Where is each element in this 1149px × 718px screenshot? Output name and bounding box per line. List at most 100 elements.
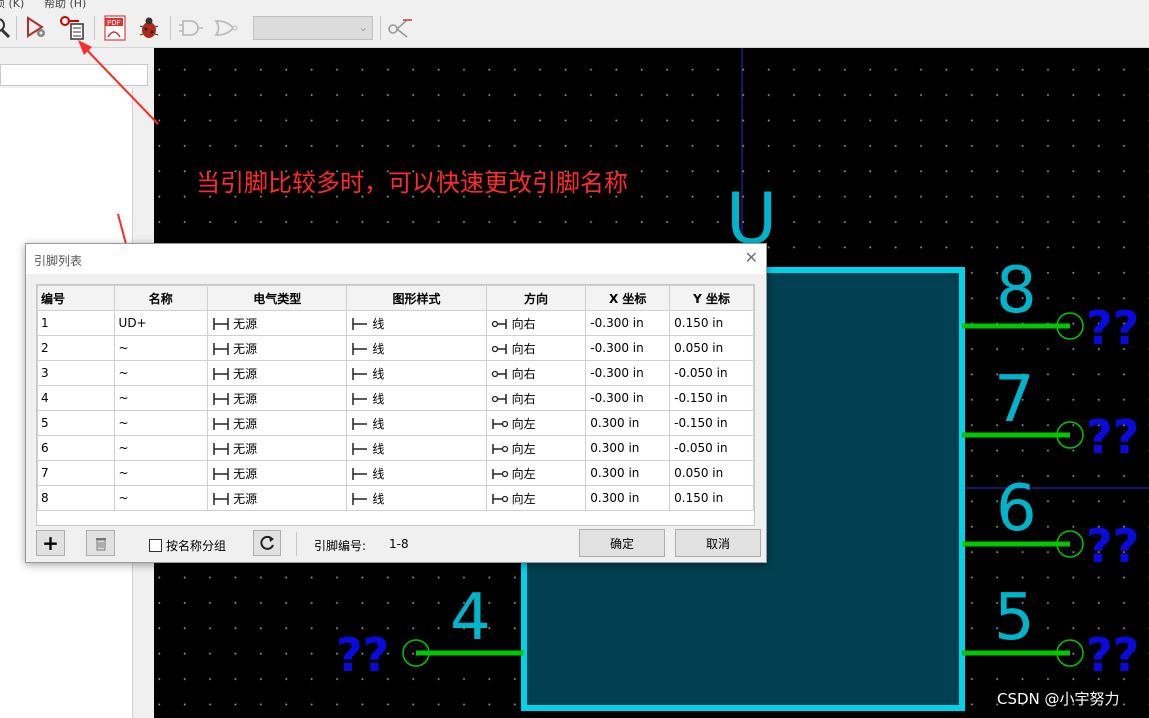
cell-orientation[interactable]: 向左: [485, 435, 587, 461]
cell-number[interactable]: 1: [37, 310, 115, 336]
cell-orientation[interactable]: 向右: [485, 335, 587, 361]
cell-y[interactable]: 0.150 in: [669, 485, 754, 511]
cell-orientation[interactable]: 向右: [485, 310, 587, 336]
table-row[interactable]: 2 ~ 无源 线 向右 -0.300 in 0.050 in: [37, 335, 754, 361]
cell-number[interactable]: 3: [37, 360, 115, 386]
group-by-name-checkbox[interactable]: 按名称分组: [149, 537, 226, 554]
cell-x[interactable]: 0.300 in: [585, 460, 671, 486]
cell-graphic-style[interactable]: 线: [346, 485, 487, 511]
cell-electrical-type[interactable]: 无源: [207, 310, 348, 336]
delete-pin-button[interactable]: [86, 530, 115, 556]
cell-x[interactable]: 0.300 in: [585, 410, 671, 436]
table-row[interactable]: 5 ~ 无源 线 向左 0.300 in -0.150 in: [37, 410, 754, 436]
cell-orientation[interactable]: 向左: [485, 460, 587, 486]
cell-name[interactable]: ~: [113, 385, 209, 411]
cell-graphic-style[interactable]: 线: [346, 385, 487, 411]
cell-name[interactable]: ~: [113, 435, 209, 461]
cell-y[interactable]: -0.050 in: [669, 435, 754, 461]
cell-number[interactable]: 7: [37, 460, 115, 486]
table-row[interactable]: 4 ~ 无源 线 向右 -0.300 in -0.150 in: [37, 385, 754, 411]
cell-electrical-type[interactable]: 无源: [207, 360, 348, 386]
checkbox-box[interactable]: [149, 539, 162, 552]
cell-x[interactable]: -0.300 in: [585, 335, 671, 361]
cell-x-text: -0.300 in: [590, 366, 644, 380]
cell-orientation[interactable]: 向左: [485, 485, 587, 511]
table-row[interactable]: 1 UD+ 无源 线 向右 -0.300 in 0.150 in: [37, 310, 754, 336]
cell-name[interactable]: ~: [113, 485, 209, 511]
table-row[interactable]: 6 ~ 无源 线 向左 0.300 in -0.050 in: [37, 435, 754, 461]
cell-number[interactable]: 2: [37, 335, 115, 361]
close-icon[interactable]: ✕: [745, 248, 758, 267]
cell-x[interactable]: 0.300 in: [585, 485, 671, 511]
cell-number[interactable]: 8: [37, 485, 115, 511]
cell-y[interactable]: -0.050 in: [669, 360, 754, 386]
cell-y[interactable]: 0.150 in: [669, 310, 754, 336]
cell-x[interactable]: -0.300 in: [585, 385, 671, 411]
debug-bug-icon[interactable]: [135, 14, 163, 42]
cell-electrical-type[interactable]: 无源: [207, 410, 348, 436]
table-row[interactable]: 7 ~ 无源 线 向左 0.300 in 0.050 in: [37, 460, 754, 486]
cell-orientation[interactable]: 向右: [485, 360, 587, 386]
cell-y[interactable]: -0.150 in: [669, 385, 754, 411]
column-header-name[interactable]: 名称: [113, 285, 209, 311]
cell-name[interactable]: ~: [113, 335, 209, 361]
passive-type-icon: [213, 443, 229, 455]
column-header-graphic-style[interactable]: 图形样式: [346, 285, 487, 311]
menu-item-k[interactable]: 项 (K): [0, 0, 24, 9]
cell-graphic-style[interactable]: 线: [346, 310, 487, 336]
cancel-button[interactable]: 取消: [675, 529, 761, 557]
cell-x[interactable]: -0.300 in: [585, 360, 671, 386]
cell-orientation[interactable]: 向右: [485, 385, 587, 411]
cell-y[interactable]: 0.050 in: [669, 335, 754, 361]
column-header-orientation[interactable]: 方向: [485, 285, 587, 311]
cell-electrical-type[interactable]: 无源: [207, 385, 348, 411]
symbol-properties-icon[interactable]: [23, 14, 51, 42]
cell-number[interactable]: 4: [37, 385, 115, 411]
cell-electrical-type[interactable]: 无源: [207, 435, 348, 461]
cell-graphic-style[interactable]: 线: [346, 460, 487, 486]
cell-name[interactable]: UD+: [113, 310, 209, 336]
pin-5[interactable]: 5 ??: [962, 581, 1139, 682]
cell-electrical-type[interactable]: 无源: [207, 335, 348, 361]
column-header-x[interactable]: X 坐标: [585, 285, 671, 311]
pin-4[interactable]: 4 ??: [336, 581, 524, 682]
cell-graphic-style[interactable]: 线: [346, 335, 487, 361]
cell-dir-text: 向右: [511, 341, 536, 356]
add-pin-button[interactable]: +: [36, 530, 65, 556]
cell-y[interactable]: 0.050 in: [669, 460, 754, 486]
inspect-icon[interactable]: [0, 14, 16, 42]
pin-8[interactable]: 8 ??: [962, 254, 1139, 355]
passive-type-icon: [213, 468, 229, 480]
unit-select[interactable]: ⌄: [253, 16, 373, 40]
netlist-icon[interactable]: [386, 14, 414, 42]
pin-6[interactable]: 6 ??: [962, 472, 1139, 573]
pdf-export-icon[interactable]: PDF: [101, 14, 129, 42]
cell-name[interactable]: ~: [113, 460, 209, 486]
cell-number[interactable]: 5: [37, 410, 115, 436]
table-row[interactable]: 3 ~ 无源 线 向右 -0.300 in -0.050 in: [37, 360, 754, 386]
column-header-electrical-type[interactable]: 电气类型: [207, 285, 348, 311]
column-header-number[interactable]: 编号: [37, 285, 115, 311]
cell-orientation[interactable]: 向左: [485, 410, 587, 436]
pin-table-icon[interactable]: [58, 14, 86, 42]
ok-button[interactable]: 确定: [579, 529, 665, 557]
cell-x[interactable]: -0.300 in: [585, 310, 671, 336]
table-row[interactable]: 8 ~ 无源 线 向左 0.300 in 0.150 in: [37, 485, 754, 511]
cell-graphic-style[interactable]: 线: [346, 360, 487, 386]
cell-x[interactable]: 0.300 in: [585, 435, 671, 461]
refresh-button[interactable]: [253, 530, 281, 556]
cell-graphic-style[interactable]: 线: [346, 410, 487, 436]
cell-name[interactable]: ~: [113, 410, 209, 436]
menu-item-help[interactable]: 帮助 (H): [44, 0, 86, 9]
cell-graphic-style[interactable]: 线: [346, 435, 487, 461]
alt-gate-icon[interactable]: [211, 14, 239, 42]
cell-electrical-type[interactable]: 无源: [207, 485, 348, 511]
cell-electrical-type[interactable]: 无源: [207, 460, 348, 486]
cell-number[interactable]: 6: [37, 435, 115, 461]
pin-7[interactable]: 7 ??: [962, 363, 1139, 464]
column-header-y[interactable]: Y 坐标: [669, 285, 754, 311]
cell-name[interactable]: ~: [113, 360, 209, 386]
gate-icon[interactable]: [177, 14, 205, 42]
cell-name-text: ~: [118, 416, 129, 430]
cell-y[interactable]: -0.150 in: [669, 410, 754, 436]
